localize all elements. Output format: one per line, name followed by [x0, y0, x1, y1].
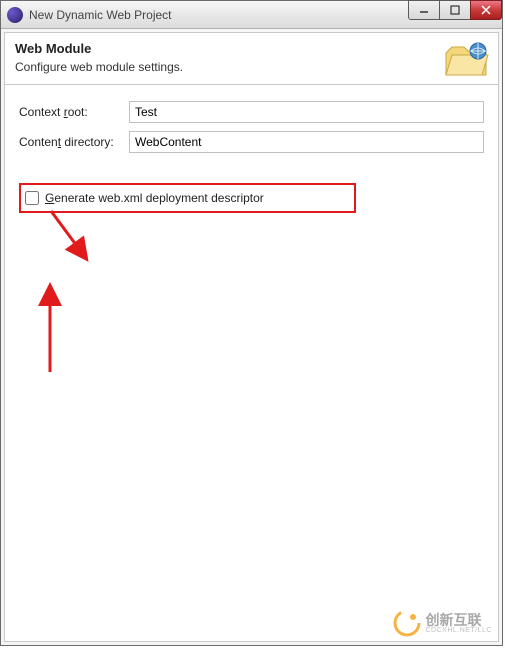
folder-web-icon — [444, 39, 490, 79]
titlebar[interactable]: New Dynamic Web Project — [1, 1, 502, 29]
context-root-row: Context root: — [19, 101, 484, 123]
maximize-button[interactable] — [439, 0, 471, 20]
wizard-subtitle: Configure web module settings. — [15, 60, 183, 74]
maximize-icon — [450, 5, 460, 15]
watermark-subtext: CDCXHL.NET/LLC — [425, 627, 492, 634]
wizard-body: Context root: Content directory: Generat… — [4, 85, 499, 642]
generate-webxml-checkbox[interactable] — [25, 191, 39, 205]
window-controls — [409, 0, 502, 20]
window-title: New Dynamic Web Project — [29, 8, 172, 22]
minimize-icon — [419, 5, 429, 15]
context-root-label: Context root: — [19, 105, 129, 119]
watermark-text: 创新互联 — [425, 613, 492, 627]
wizard-title: Web Module — [15, 41, 183, 56]
wizard-header-text: Web Module Configure web module settings… — [15, 41, 183, 74]
eclipse-icon — [7, 7, 23, 23]
content-directory-row: Content directory: — [19, 131, 484, 153]
close-icon — [481, 5, 491, 15]
dialog-content: Web Module Configure web module settings… — [1, 29, 502, 645]
minimize-button[interactable] — [408, 0, 440, 20]
watermark-text-block: 创新互联 CDCXHL.NET/LLC — [425, 613, 492, 634]
dialog-window: New Dynamic Web Project Web Module Confi… — [0, 0, 503, 646]
generate-webxml-label[interactable]: Generate web.xml deployment descriptor — [45, 191, 264, 205]
annotation-arrow-icon — [30, 280, 70, 380]
close-button[interactable] — [470, 0, 502, 20]
content-directory-label: Content directory: — [19, 135, 129, 149]
content-directory-input[interactable] — [129, 131, 484, 153]
context-root-input[interactable] — [129, 101, 484, 123]
watermark-logo-icon — [393, 609, 421, 637]
annotation-arrow-icon — [43, 203, 103, 273]
wizard-header: Web Module Configure web module settings… — [4, 32, 499, 85]
watermark: 创新互联 CDCXHL.NET/LLC — [393, 609, 492, 637]
generate-webxml-highlight: Generate web.xml deployment descriptor — [19, 183, 356, 213]
